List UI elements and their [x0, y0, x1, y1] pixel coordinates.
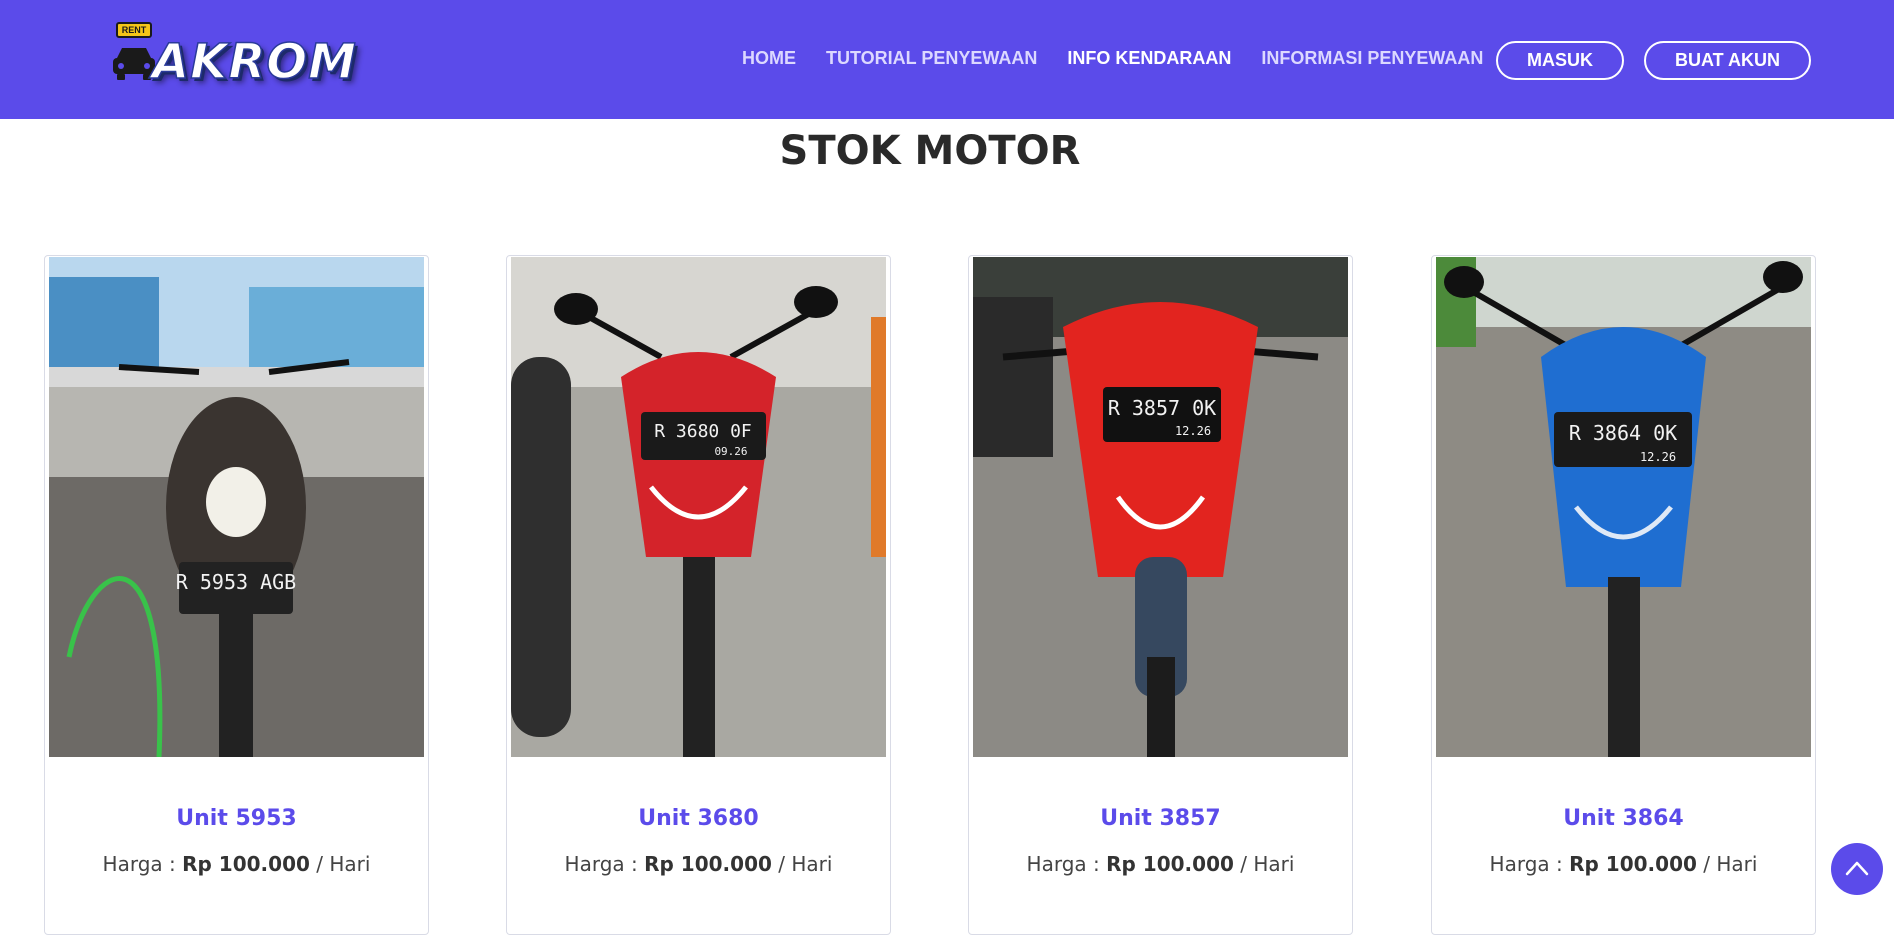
nav-info-kendaraan[interactable]: INFO KENDARAAN: [1067, 48, 1231, 69]
logo[interactable]: RENT AKROM: [110, 20, 357, 92]
unit-price: Harga : Rp 100.000 / Hari: [564, 852, 833, 876]
motor-photo: R 3680 0F 09.26: [511, 257, 886, 757]
motor-photo: R 3864 0K 12.26: [1436, 257, 1811, 757]
unit-name: Unit 5953: [176, 806, 297, 831]
unit-name: Unit 3680: [638, 806, 759, 831]
motor-card[interactable]: R 3864 0K 12.26 Unit 3864 Harga : Rp 100…: [1431, 255, 1816, 935]
svg-text:R 3680 0F: R 3680 0F: [654, 421, 752, 442]
svg-text:09.26: 09.26: [714, 445, 747, 458]
unit-price: Harga : Rp 100.000 / Hari: [1489, 852, 1758, 876]
motor-photo: R 5953 AGB: [49, 257, 424, 757]
chevron-up-icon: [1845, 861, 1869, 876]
svg-text:R 5953 AGB: R 5953 AGB: [176, 570, 296, 594]
svg-text:R 3857 0K: R 3857 0K: [1108, 396, 1216, 420]
svg-text:R 3864 0K: R 3864 0K: [1569, 421, 1677, 445]
brand-name: AKROM: [151, 33, 357, 91]
nav-informasi-penyewaan[interactable]: INFORMASI PENYEWAAN: [1261, 48, 1483, 69]
unit-price: Harga : Rp 100.000 / Hari: [1026, 852, 1295, 876]
motor-card[interactable]: R 3680 0F 09.26 Unit 3680 Harga : Rp 100…: [506, 255, 891, 935]
rent-badge: RENT: [116, 22, 152, 38]
motor-card[interactable]: R 5953 AGB Unit 5953 Harga : Rp 100.000 …: [44, 255, 429, 935]
svg-text:12.26: 12.26: [1640, 450, 1676, 464]
nav-tutorial-penyewaan[interactable]: TUTORIAL PENYEWAAN: [826, 48, 1037, 69]
svg-text:12.26: 12.26: [1175, 424, 1211, 438]
navbar: RENT AKROM HOME TUTORIAL PENYEWAAN INFO …: [0, 0, 1894, 119]
motor-photo: R 3857 0K 12.26: [973, 257, 1348, 757]
unit-price: Harga : Rp 100.000 / Hari: [102, 852, 371, 876]
page-title: STOK MOTOR: [779, 128, 1081, 174]
nav-home[interactable]: HOME: [742, 48, 796, 69]
register-button[interactable]: BUAT AKUN: [1644, 41, 1811, 80]
unit-name: Unit 3864: [1563, 806, 1684, 831]
main-nav: HOME TUTORIAL PENYEWAAN INFO KENDARAAN I…: [742, 48, 1513, 69]
car-icon: [113, 48, 155, 80]
unit-name: Unit 3857: [1100, 806, 1221, 831]
scroll-to-top-button[interactable]: [1831, 843, 1883, 895]
motor-card[interactable]: R 3857 0K 12.26 Unit 3857 Harga : Rp 100…: [968, 255, 1353, 935]
login-button[interactable]: MASUK: [1496, 41, 1624, 80]
